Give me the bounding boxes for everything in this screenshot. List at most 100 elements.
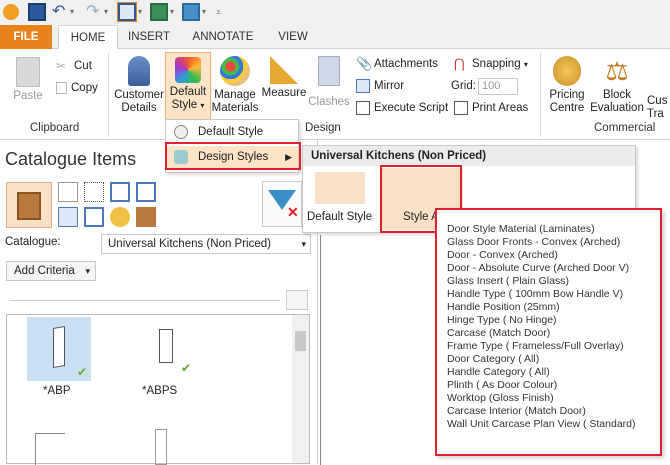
clashes-button[interactable]: Clashes [307, 56, 351, 109]
tab-home[interactable]: HOME [58, 25, 118, 50]
panel-shelf-icon [159, 329, 173, 363]
tooltip-line: Handle Category ( All) [447, 366, 550, 378]
add-criteria-button[interactable]: Add Criteria ▾ [6, 261, 96, 281]
view-dropdown-icon[interactable]: ▾ [138, 3, 146, 21]
style-icon [174, 125, 188, 139]
attachments-button[interactable]: 📎 Attachments [356, 55, 438, 73]
tab-insert[interactable]: INSERT [120, 25, 178, 49]
catalogue-title: Catalogue Items [5, 149, 137, 169]
tab-view[interactable]: VIEW [268, 25, 318, 49]
checkmark-icon: ✔ [76, 365, 87, 379]
customer-tra-button[interactable]: Cus Tra [647, 95, 670, 121]
grid-input[interactable]: 100 [478, 78, 518, 95]
redo-dropdown-icon[interactable]: ▾ [104, 3, 112, 21]
grid-dots-icon[interactable] [84, 182, 104, 202]
customer-label-2: Details [121, 102, 157, 114]
panel-icon[interactable] [84, 207, 104, 227]
customize-toolbar-icon[interactable]: ⩡ [216, 3, 226, 21]
paste-button[interactable]: Paste [8, 57, 48, 103]
mirror-button[interactable]: Mirror [356, 77, 404, 95]
settings-icon[interactable] [286, 290, 308, 310]
chevron-down-icon: ▾ [200, 101, 205, 110]
customer-icon [128, 56, 150, 86]
export-dropdown-icon[interactable]: ▾ [170, 3, 178, 21]
tall-unit-icon[interactable] [136, 182, 156, 202]
menu-item-default-style[interactable]: Default Style [166, 121, 298, 143]
save-icon[interactable] [28, 3, 46, 21]
list-item[interactable]: ✔ [27, 317, 91, 381]
paste-label: Paste [13, 90, 43, 102]
ribbon: Paste ✂ Cut Copy Clipboard Customer Detai… [0, 49, 670, 140]
block-label-2: Evaluation [590, 102, 644, 114]
submenu-title: Universal Kitchens (Non Priced) [303, 146, 635, 166]
add-criteria-chevron-icon: ▾ [85, 266, 90, 276]
highlight-box [165, 142, 301, 170]
manage-materials-button[interactable]: Manage Materials [211, 56, 259, 115]
default-style-button[interactable]: Default Style ▾ [165, 52, 211, 120]
wall-unit-icon[interactable] [110, 182, 130, 202]
cabinet-icon [17, 192, 41, 220]
appliance-icon[interactable] [110, 207, 130, 227]
block-evaluation-button[interactable]: ⚖ Block Evaluation [589, 56, 645, 115]
view-icon[interactable] [117, 2, 137, 22]
tooltip-line: Door Category ( All) [447, 353, 540, 365]
export-icon[interactable] [150, 3, 168, 21]
default-style-option-label[interactable]: Default Style [307, 211, 372, 223]
measure-button[interactable]: Measure [260, 56, 308, 100]
render-dropdown-icon[interactable]: ▾ [202, 3, 210, 21]
catalogue-select[interactable]: Universal Kitchens (Non Priced) ▾ [101, 234, 311, 254]
snapping-label: Snapping [472, 58, 521, 70]
cut-off-label-2: Tra [647, 108, 664, 120]
cut-off-label-1: Cus [647, 95, 668, 107]
corner-icon[interactable] [58, 182, 78, 202]
clashes-icon [318, 56, 340, 86]
item-label: *ABPS [142, 385, 178, 397]
tab-annotate[interactable]: ANNOTATE [183, 25, 263, 49]
quick-access-toolbar: ↶ ▾ ↷ ▾ ▾ ▾ ▾ ⩡ [0, 0, 670, 25]
redo-icon[interactable]: ↷ [86, 3, 104, 21]
undo-dropdown-icon[interactable]: ▾ [70, 3, 78, 21]
group-separator [540, 53, 541, 137]
list-item[interactable] [35, 433, 65, 465]
add-criteria-label: Add Criteria [14, 265, 75, 277]
customer-details-button[interactable]: Customer Details [113, 56, 165, 115]
mirror-icon [356, 78, 370, 93]
execute-script-button[interactable]: Execute Script [356, 99, 448, 117]
select-chevron-icon: ▾ [301, 239, 306, 249]
category-base-button[interactable] [6, 182, 52, 228]
size-slider[interactable] [10, 300, 280, 301]
canvas-edge [320, 235, 321, 465]
list-item[interactable] [155, 429, 167, 465]
scrollbar-thumb[interactable] [295, 331, 306, 351]
catalogue-item-list: ✔ *ABP ✔ *ABPS [6, 314, 310, 465]
customer-label-1: Customer [114, 89, 164, 101]
category-icon-grid [58, 182, 162, 228]
default-style-swatch[interactable] [315, 172, 365, 204]
render-icon[interactable] [182, 3, 200, 21]
app-logo-icon[interactable] [3, 4, 19, 20]
list-item[interactable]: ✔ [135, 317, 199, 381]
tooltip-line: Glass Insert ( Plain Glass) [447, 275, 569, 287]
accessory-icon[interactable] [136, 207, 156, 227]
commercial-group-label: Commercial [594, 122, 656, 134]
snapping-button[interactable]: ⋂ Snapping ▾ [454, 55, 528, 73]
design-group-label: Design [305, 122, 341, 134]
block-label-1: Block [602, 89, 632, 101]
pricing-centre-button[interactable]: Pricing Centre [545, 56, 589, 115]
copy-button[interactable]: Copy [56, 79, 98, 97]
tooltip-line: Door - Absolute Curve (Arched Door V) [447, 262, 630, 274]
tooltip-line: Handle Position (25mm) [447, 301, 560, 313]
coins-icon [553, 56, 581, 86]
cut-button[interactable]: ✂ Cut [56, 57, 92, 75]
print-areas-button[interactable]: Print Areas [454, 99, 528, 117]
snapping-chevron-icon: ▾ [523, 60, 528, 69]
undo-icon[interactable]: ↶ [52, 3, 70, 21]
tab-file[interactable]: FILE [0, 25, 52, 49]
default-style-label-1: Default [169, 86, 207, 98]
scrollbar[interactable] [292, 315, 309, 463]
filter-button[interactable]: ✕ [262, 181, 302, 227]
clashes-label: Clashes [308, 96, 350, 108]
manage-label-2: Materials [211, 102, 259, 114]
pricing-label-2: Centre [549, 102, 585, 114]
house-icon[interactable] [58, 207, 78, 227]
